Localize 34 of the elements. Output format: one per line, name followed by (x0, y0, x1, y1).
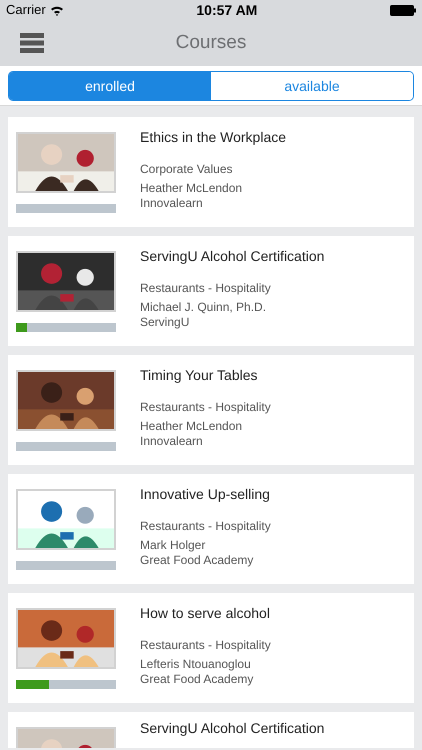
course-card[interactable]: Timing Your Tables Restaurants - Hospitality Heather McLendon Innovalearn (8, 355, 414, 465)
battery-icon (390, 4, 416, 16)
course-card[interactable]: How to serve alcohol Restaurants - Hospitality Lefteris Ntouanoglou Great Food Academy (8, 593, 414, 703)
course-category: Restaurants - Hospitality (140, 519, 271, 534)
carrier-label: Carrier (6, 1, 46, 20)
course-category: Restaurants - Hospitality (140, 400, 271, 415)
course-author: Lefteris Ntouanoglou (140, 657, 252, 672)
course-author: Mark Holger (140, 538, 206, 553)
course-card[interactable]: Ethics in the Workplace Corporate Values Heather McLendon Innovalearn (8, 117, 414, 227)
course-provider: Great Food Academy (140, 672, 254, 687)
course-category: Restaurants - Hospitality (140, 281, 272, 296)
course-author: Michael J. Quinn, Ph.D. (140, 300, 268, 315)
course-title: Ethics in the Workplace (140, 129, 286, 145)
course-provider: ServingU (140, 315, 190, 330)
course-provider: Innovalearn (140, 434, 204, 449)
course-card[interactable]: ServingU Alcohol Certification Restaurants - Hospitality Michael J. Quinn, Ph.D. ServingU (8, 236, 414, 346)
course-title: ServingU Alcohol Certification (140, 720, 324, 736)
course-card[interactable]: Innovative Up-selling Restaurants - Hospitality Mark Holger Great Food Academy (8, 474, 414, 584)
menu-icon[interactable] (20, 33, 44, 53)
course-provider: Innovalearn (140, 196, 204, 211)
course-author: Heather McLendon (140, 181, 244, 196)
wifi-icon (50, 4, 64, 16)
segment-tab[interactable]: enrolled (9, 72, 211, 100)
course-provider: Great Food Academy (140, 553, 254, 568)
course-card[interactable]: ServingU Alcohol Certification (8, 712, 414, 748)
course-title: Innovative Up-selling (140, 486, 271, 502)
course-category: Corporate Values (140, 162, 234, 177)
page-title: Courses (176, 30, 246, 55)
course-author: Heather McLendon (140, 419, 244, 434)
course-title: ServingU Alcohol Certification (140, 248, 324, 264)
clock-time: 10:57 AM (196, 0, 258, 20)
course-category: Restaurants - Hospitality (140, 638, 271, 653)
course-title: How to serve alcohol (140, 605, 271, 621)
course-title: Timing Your Tables (140, 367, 259, 383)
